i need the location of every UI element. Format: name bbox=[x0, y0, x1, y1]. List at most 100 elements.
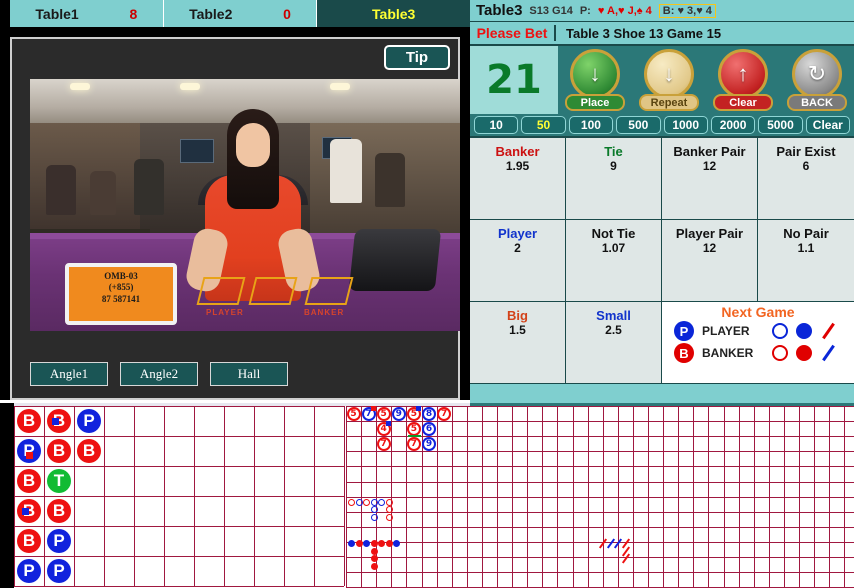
chip-2000[interactable]: 2000 bbox=[710, 116, 756, 134]
scene-contact-sign: OMB-03 (+855) 87 587141 bbox=[65, 263, 177, 325]
action-buttons: ↓ Place ↓ Repeat ↑ Clear ↻ BACK bbox=[558, 46, 854, 114]
bet-player[interactable]: Player 2 bbox=[470, 220, 566, 302]
small-road-blue-mark bbox=[348, 540, 355, 548]
banker-bead-icon: B bbox=[674, 343, 694, 363]
chip-denomination-bar: 10 50 100 500 1000 2000 5000 Clear bbox=[470, 114, 854, 136]
banker-slash-icon[interactable] bbox=[820, 345, 836, 361]
scene-person bbox=[375, 153, 405, 207]
bet-player-pair-label: Player Pair bbox=[675, 226, 744, 241]
shoe-game-indicator: S13 G14 bbox=[529, 4, 573, 17]
bet-banker-odds: 1.95 bbox=[505, 159, 530, 173]
scene-lamp bbox=[70, 83, 90, 90]
scene-bet-box bbox=[196, 277, 246, 305]
bead-plate-banker: B bbox=[17, 409, 41, 433]
bead-plate-player: P bbox=[17, 559, 41, 583]
bead-plate-banker: B bbox=[77, 439, 101, 463]
bet-banker[interactable]: Banker 1.95 bbox=[470, 138, 566, 220]
chip-10[interactable]: 10 bbox=[474, 116, 519, 134]
small-road-red-mark bbox=[378, 540, 386, 548]
small-road-blue-mark bbox=[363, 540, 371, 548]
next-game-banker-row: B BANKER bbox=[662, 342, 854, 364]
bet-grid: Banker 1.95 Tie 9 Banker Pair 12 Pair Ex… bbox=[470, 136, 854, 384]
chip-500[interactable]: 500 bbox=[616, 116, 661, 134]
place-bet-button[interactable]: ↓ Place bbox=[565, 49, 625, 111]
next-game-panel: Next Game P PLAYER B BANKER bbox=[662, 302, 854, 384]
chip-100[interactable]: 100 bbox=[568, 116, 614, 134]
big-eye-boy-blue-mark bbox=[355, 498, 363, 506]
bet-big-label: Big bbox=[507, 308, 528, 323]
bet-status-text: Please Bet bbox=[470, 25, 556, 41]
big-road-pair-dot bbox=[415, 405, 421, 411]
big-road-player-mark: 6 bbox=[422, 421, 436, 436]
scene-person bbox=[46, 165, 76, 215]
repeat-bet-button[interactable]: ↓ Repeat bbox=[639, 49, 699, 111]
bet-big-odds: 1.5 bbox=[509, 323, 526, 337]
bet-pair-exist[interactable]: Pair Exist 6 bbox=[758, 138, 854, 220]
player-dot-icon[interactable] bbox=[796, 323, 812, 339]
bet-player-pair[interactable]: Player Pair 12 bbox=[662, 220, 758, 302]
bet-no-pair[interactable]: No Pair 1.1 bbox=[758, 220, 854, 302]
big-eye-boy-blue-mark bbox=[370, 506, 378, 514]
tip-button[interactable]: Tip bbox=[384, 45, 450, 70]
bet-not-tie[interactable]: Not Tie 1.07 bbox=[566, 220, 662, 302]
bet-tie[interactable]: Tie 9 bbox=[566, 138, 662, 220]
player-cards-value: ♥ A,♥ J,♠ 4 bbox=[597, 4, 652, 17]
scene-banker-label: BANKER bbox=[304, 308, 345, 317]
chip-50[interactable]: 50 bbox=[521, 116, 566, 134]
small-road-red-mark bbox=[355, 540, 363, 548]
small-road-red-mark bbox=[385, 540, 393, 548]
scene-lamp bbox=[330, 83, 350, 90]
scene-lamp bbox=[180, 83, 200, 90]
chip-clear[interactable]: Clear bbox=[805, 116, 850, 134]
hall-button[interactable]: Hall bbox=[210, 362, 288, 386]
action-row: 21 ↓ Place ↓ Repeat ↑ Clear ↻ BACK bbox=[470, 46, 854, 114]
chip-5000[interactable]: 5000 bbox=[758, 116, 803, 134]
bead-plate-banker: B bbox=[17, 499, 41, 523]
bet-big[interactable]: Big 1.5 bbox=[470, 302, 566, 384]
baccarat-live-table-app: Table1 8 Table2 0 Table3 Tip OMB-03 (+85… bbox=[0, 0, 854, 588]
table-tab-1-count: 8 bbox=[129, 5, 138, 22]
bet-tie-label: Tie bbox=[604, 144, 623, 159]
live-video-feed[interactable]: OMB-03 (+855) 87 587141 PLAYER BANKER bbox=[30, 79, 460, 331]
bet-player-odds: 2 bbox=[514, 241, 521, 255]
back-button[interactable]: ↻ BACK bbox=[787, 49, 847, 111]
banker-dot-icon[interactable] bbox=[796, 345, 812, 361]
clear-bet-button[interactable]: ↑ Clear bbox=[713, 49, 773, 111]
big-eye-boy-red-mark bbox=[385, 506, 393, 514]
bet-small-odds: 2.5 bbox=[605, 323, 622, 337]
refresh-icon: ↻ bbox=[792, 49, 842, 99]
big-eye-boy-red-mark bbox=[348, 498, 355, 506]
bead-plate-banker: B bbox=[47, 439, 71, 463]
bet-pair-exist-label: Pair Exist bbox=[776, 144, 836, 159]
big-road-banker-mark: 5 bbox=[406, 421, 421, 436]
bet-tie-odds: 9 bbox=[610, 159, 617, 173]
countdown-timer: 21 bbox=[470, 46, 558, 114]
bead-plate-banker: B bbox=[17, 529, 41, 553]
bet-small[interactable]: Small 2.5 bbox=[566, 302, 662, 384]
player-ring-icon[interactable] bbox=[772, 323, 788, 339]
banker-ring-icon[interactable] bbox=[772, 345, 788, 361]
chip-1000[interactable]: 1000 bbox=[663, 116, 708, 134]
table-tab-2[interactable]: Table2 0 bbox=[163, 0, 318, 27]
angle1-button[interactable]: Angle1 bbox=[30, 362, 108, 386]
scene-bet-box bbox=[304, 277, 354, 305]
big-road-banker-mark: 5 bbox=[376, 406, 391, 421]
clear-button-label: Clear bbox=[713, 94, 773, 111]
next-game-player-row: P PLAYER bbox=[662, 320, 854, 342]
bead-plate-player: P bbox=[47, 529, 71, 553]
bet-banker-pair[interactable]: Banker Pair 12 bbox=[662, 138, 758, 220]
banker-cards-value: B: ♥ 3,♥ 4 bbox=[658, 3, 716, 18]
next-game-banker-label: BANKER bbox=[702, 346, 754, 360]
sign-line-2: (+855) bbox=[108, 282, 134, 293]
scene-player-label: PLAYER bbox=[206, 308, 244, 317]
small-road-blue-mark bbox=[393, 540, 401, 548]
player-slash-icon[interactable] bbox=[820, 323, 836, 339]
big-road-pair-dot bbox=[370, 405, 376, 411]
big-eye-boy-blue-mark bbox=[370, 498, 378, 506]
bet-no-pair-odds: 1.1 bbox=[797, 241, 815, 255]
table-tab-3[interactable]: Table3 bbox=[317, 0, 471, 27]
big-eye-boy-red-mark bbox=[363, 498, 371, 506]
bead-plate-banker: B bbox=[47, 409, 71, 433]
table-tab-1[interactable]: Table1 8 bbox=[10, 0, 164, 27]
angle2-button[interactable]: Angle2 bbox=[120, 362, 198, 386]
